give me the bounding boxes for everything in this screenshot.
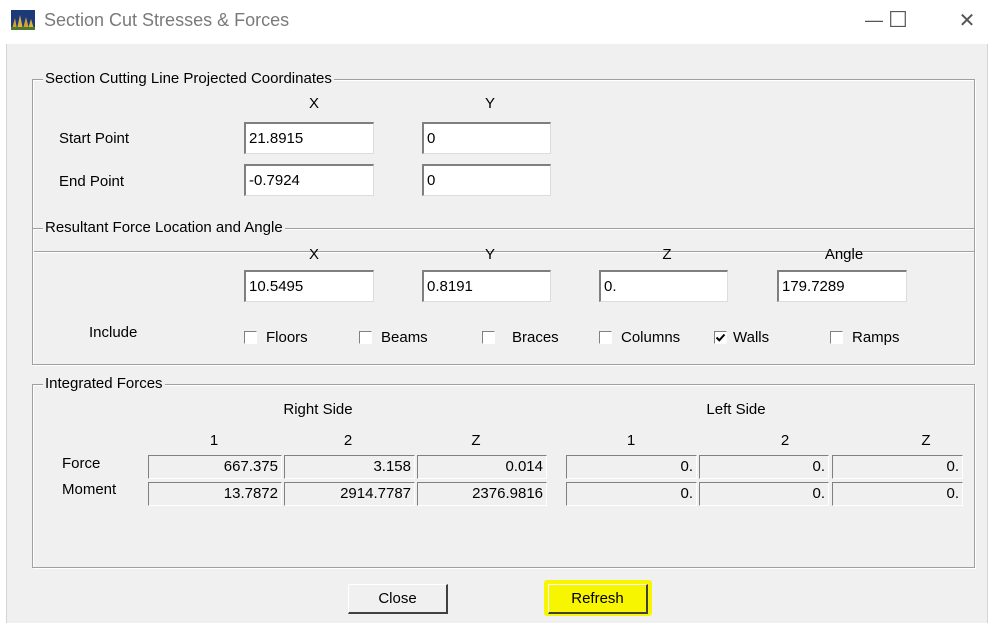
resultant-z-input[interactable]: [599, 270, 728, 302]
close-button[interactable]: Close: [348, 584, 448, 614]
moment-value: 13.7872: [148, 482, 282, 506]
moment-label: Moment: [62, 481, 117, 498]
checkbox-walls-box[interactable]: [714, 330, 727, 344]
moment-value: 0.: [832, 482, 963, 506]
checkbox-floors-label: Floors: [266, 328, 308, 346]
checkbox-beams-label: Beams: [381, 328, 428, 346]
start-y-input[interactable]: [422, 122, 551, 154]
checkbox-columns[interactable]: Columns: [599, 327, 680, 347]
res-col-x-header: X: [308, 246, 319, 263]
close-window-button[interactable]: ✕: [944, 0, 990, 40]
checkbox-walls[interactable]: Walls: [714, 327, 769, 347]
checkbox-braces[interactable]: Braces: [482, 327, 559, 347]
force-value: 0.: [566, 455, 697, 479]
res-col-angle-header: Angle: [824, 246, 864, 263]
cutting-line-legend: Section Cutting Line Projected Coordinat…: [43, 70, 334, 87]
start-x-input[interactable]: [244, 122, 374, 154]
force-value: 0.: [699, 455, 829, 479]
force-value: 0.: [832, 455, 963, 479]
end-x-input[interactable]: [244, 164, 374, 196]
start-point-label: Start Point: [59, 130, 130, 147]
title-bar: Section Cut Stresses & Forces — ☐ ✕: [0, 0, 990, 44]
dialog-body: Section Cutting Line Projected Coordinat…: [6, 44, 988, 623]
moment-value: 0.: [699, 482, 829, 506]
end-y-input[interactable]: [422, 164, 551, 196]
checkbox-braces-box[interactable]: [482, 330, 495, 344]
checkbox-ramps-label: Ramps: [852, 328, 900, 346]
checkbox-floors-box[interactable]: [244, 330, 257, 344]
col-header: 1: [626, 432, 636, 449]
integrated-legend: Integrated Forces: [43, 375, 165, 392]
moment-value: 2376.9816: [417, 482, 547, 506]
end-point-label: End Point: [59, 173, 125, 190]
moment-value: 0.: [566, 482, 697, 506]
col-header: 2: [343, 432, 353, 449]
col-y-header: Y: [484, 95, 495, 112]
res-col-y-header: Y: [484, 246, 495, 263]
col-header: Z: [471, 432, 481, 449]
resultant-y-input[interactable]: [422, 270, 551, 302]
resultant-legend: Resultant Force Location and Angle: [43, 219, 285, 236]
force-value: 0.014: [417, 455, 547, 479]
force-label: Force: [62, 455, 101, 472]
checkbox-beams-box[interactable]: [359, 330, 372, 344]
checkbox-ramps-box[interactable]: [830, 330, 843, 344]
checkbox-columns-label: Columns: [621, 328, 681, 346]
right-side-header: Right Side: [283, 401, 353, 418]
left-side-header: Left Side: [706, 401, 766, 418]
moment-value: 2914.7787: [284, 482, 415, 506]
window-title: Section Cut Stresses & Forces: [44, 10, 290, 30]
checkbox-ramps[interactable]: Ramps: [830, 327, 900, 347]
col-header: 2: [780, 432, 790, 449]
app-icon: [11, 10, 35, 30]
resultant-x-input[interactable]: [244, 270, 374, 302]
refresh-button[interactable]: Refresh: [548, 584, 648, 614]
checkbox-braces-label: Braces: [512, 328, 559, 346]
res-col-z-header: Z: [662, 246, 672, 263]
force-value: 667.375: [148, 455, 282, 479]
maximize-button[interactable]: ☐: [875, 0, 921, 40]
integrated-forces-group: Integrated Forces Right Side Left Side 1…: [32, 375, 975, 568]
checkbox-beams[interactable]: Beams: [359, 327, 428, 347]
checkmark-icon: [715, 333, 726, 342]
force-value: 3.158: [284, 455, 415, 479]
checkbox-floors[interactable]: Floors: [244, 327, 308, 347]
col-header: 1: [209, 432, 219, 449]
col-header: Z: [921, 432, 931, 449]
include-label: Include: [89, 324, 138, 341]
resultant-group: Resultant Force Location and Angle X Y Z…: [32, 219, 975, 365]
col-x-header: X: [308, 95, 319, 112]
checkbox-columns-box[interactable]: [599, 330, 612, 344]
resultant-angle-input[interactable]: [777, 270, 907, 302]
checkbox-walls-label: Walls: [733, 328, 770, 346]
